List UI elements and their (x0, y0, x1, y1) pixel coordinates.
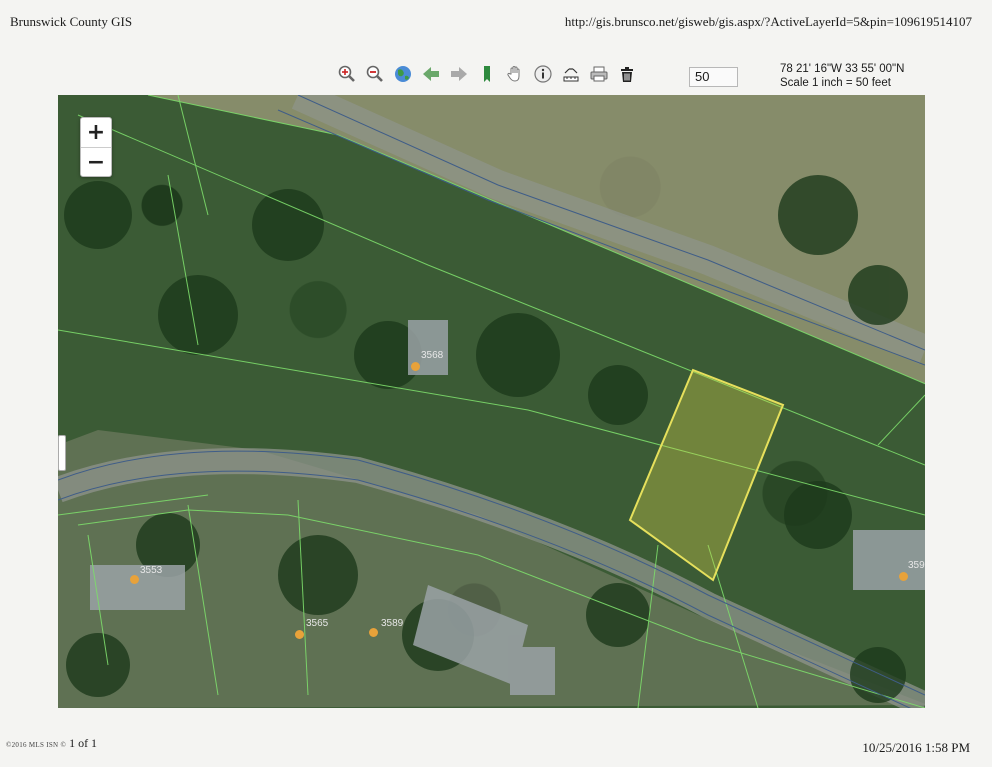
scale-text: Scale 1 inch = 50 feet (780, 77, 891, 89)
pan-hand-icon[interactable] (504, 63, 526, 85)
header-title: Brunswick County GIS (10, 14, 133, 29)
print-icon[interactable] (588, 63, 610, 85)
trash-icon[interactable] (616, 63, 638, 85)
zoom-control: + − (80, 117, 112, 177)
parcel-point[interactable] (295, 630, 304, 639)
parcel-point[interactable] (130, 575, 139, 584)
parcel-label: 359 (908, 560, 925, 571)
back-arrow-icon[interactable] (420, 63, 442, 85)
forward-arrow-icon[interactable] (448, 63, 470, 85)
parcel-point[interactable] (411, 362, 420, 371)
parcel-point[interactable] (369, 628, 378, 637)
bookmark-icon[interactable] (476, 63, 498, 85)
selected-parcel[interactable] (628, 368, 785, 582)
parcel-label: 3553 (140, 565, 163, 576)
page-count: 1 of 1 (69, 736, 98, 750)
map-toolbar (336, 61, 638, 87)
coordinates-text: 78 21' 16"W 33 55' 00"N (780, 63, 905, 75)
zoom-in-icon[interactable] (336, 63, 358, 85)
parcel-label: 3568 (421, 350, 444, 361)
print-timestamp: 10/25/2016 1:58 PM (862, 740, 970, 755)
map-canvas[interactable]: + − 3568 3553 3565 3589 359 (58, 95, 925, 708)
parcel-label: 3589 (381, 618, 404, 629)
header-url: http://gis.brunsco.net/gisweb/gis.aspx/?… (564, 14, 972, 29)
zoom-in-button[interactable]: + (81, 118, 111, 147)
measure-icon[interactable] (560, 63, 582, 85)
map-resize-handle[interactable] (58, 435, 66, 471)
zoom-out-button[interactable]: − (81, 147, 111, 177)
map-overlay (58, 95, 925, 708)
copyright-text: ©2016 MLS ISN © (6, 741, 67, 749)
globe-icon[interactable] (392, 63, 414, 85)
zoom-out-icon[interactable] (364, 63, 386, 85)
scale-input[interactable]: 50 (689, 67, 738, 87)
coordinates-readout: 78 21' 16"W 33 55' 00"N Scale 1 inch = 5… (780, 62, 904, 90)
parcel-label: 3565 (306, 618, 329, 629)
footer-left: ©2016 MLS ISN © 1 of 1 (6, 736, 97, 751)
parcel-point[interactable] (899, 572, 908, 581)
info-icon[interactable] (532, 63, 554, 85)
